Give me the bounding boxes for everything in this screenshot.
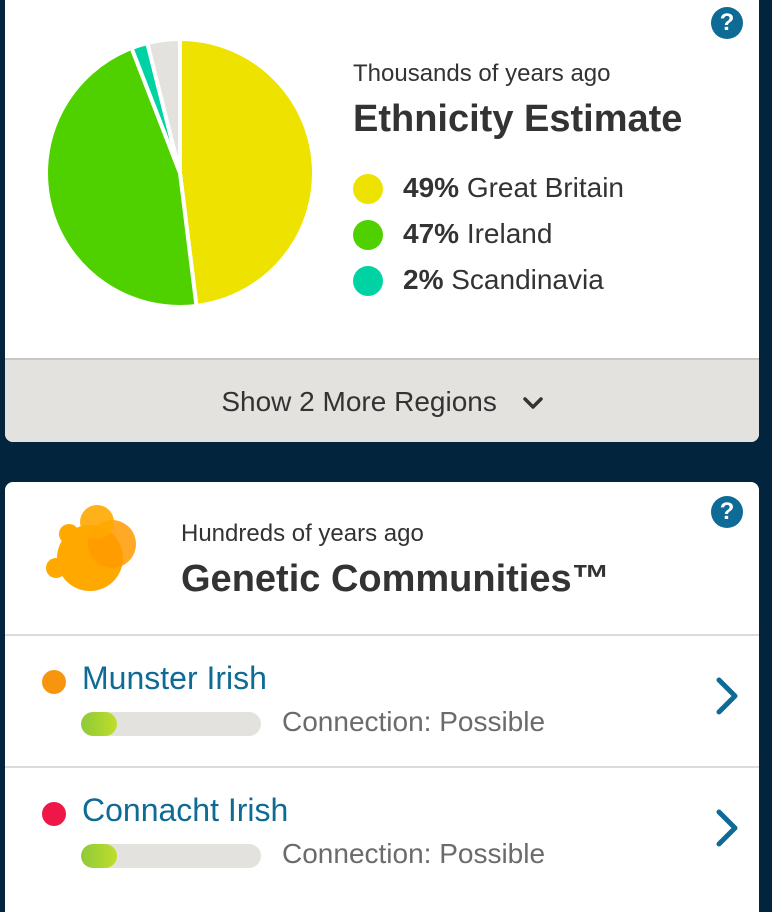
color-dot-icon <box>353 266 383 296</box>
legend-region-name: Scandinavia <box>451 264 604 295</box>
genetic-communities-logo-icon <box>46 505 136 591</box>
chevron-down-icon <box>522 396 543 409</box>
show-more-regions-button[interactable]: Show 2 More Regions <box>5 358 759 442</box>
community-name[interactable]: Connacht Irish <box>82 792 288 829</box>
connection-bar <box>81 712 261 736</box>
ethnicity-pie-chart <box>44 37 316 309</box>
legend-region-name: Great Britain <box>466 172 624 203</box>
connection-bar <box>81 844 261 868</box>
pie-slice-great-britain <box>178 37 316 308</box>
community-color-dot-icon <box>42 670 66 694</box>
legend-region-name: Ireland <box>466 218 553 249</box>
ethnicity-card: ? Thousands of years ago Ethnicity Estim… <box>5 0 759 442</box>
communities-subtitle: Hundreds of years ago <box>181 520 424 547</box>
genetic-communities-card: ? Hundreds of years ago Genetic Communit… <box>5 482 759 912</box>
connection-status: Connection: Possible <box>282 838 546 869</box>
ethnicity-title: Ethnicity Estimate <box>353 98 683 140</box>
legend-percent: 47% <box>403 218 460 249</box>
connection-bar-fill <box>81 712 117 736</box>
chevron-right-icon[interactable] <box>715 676 739 716</box>
legend-percent: 49% <box>403 172 460 203</box>
community-color-dot-icon <box>42 802 66 826</box>
communities-title: Genetic Communities™ <box>181 558 610 600</box>
help-question-icon[interactable]: ? <box>711 7 743 39</box>
community-name[interactable]: Munster Irish <box>82 660 267 697</box>
community-item-munster-irish[interactable]: Munster Irish Connection: Possible <box>5 634 759 766</box>
help-question-icon[interactable]: ? <box>711 496 743 528</box>
connection-status: Connection: Possible <box>282 706 546 737</box>
color-dot-icon <box>353 220 383 250</box>
connection-bar-fill <box>81 844 117 868</box>
community-item-connacht-irish[interactable]: Connacht Irish Connection: Possible <box>5 766 759 898</box>
chevron-right-icon[interactable] <box>715 808 739 848</box>
ethnicity-subtitle: Thousands of years ago <box>353 60 611 87</box>
color-dot-icon <box>353 174 383 204</box>
legend-percent: 2% <box>403 264 444 295</box>
show-more-label: Show 2 More Regions <box>221 386 497 417</box>
